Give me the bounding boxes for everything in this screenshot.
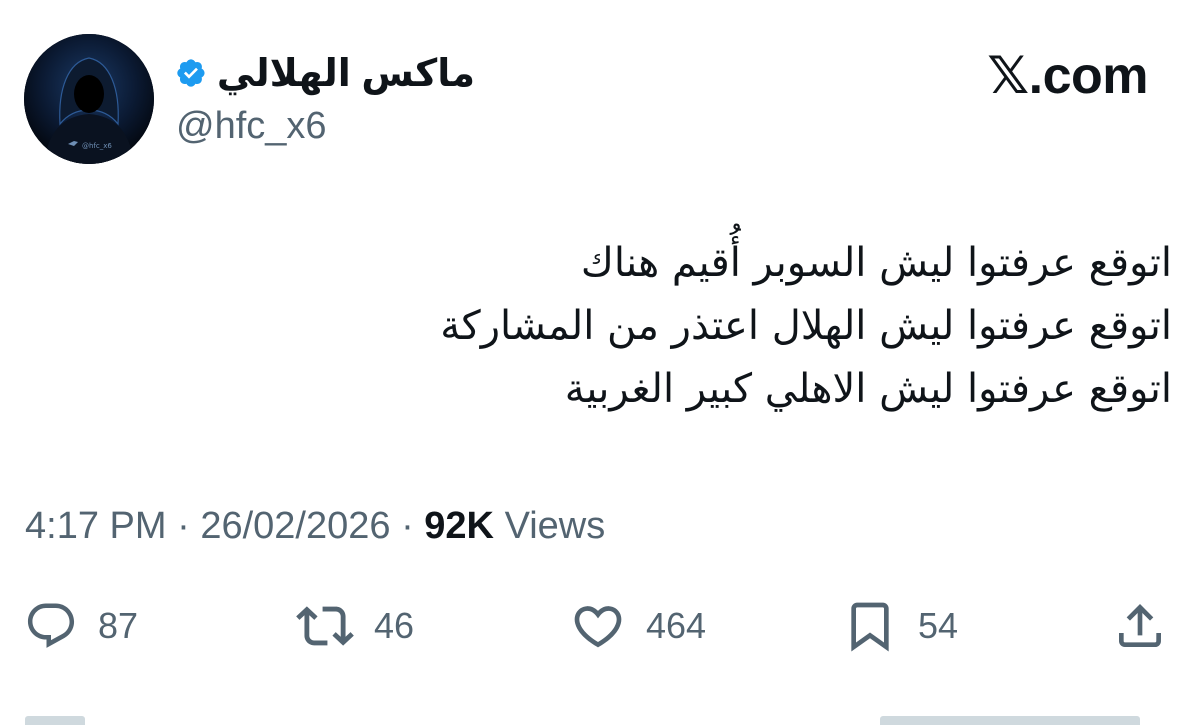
- author-name-row[interactable]: ماكس الهلالي: [175, 50, 475, 96]
- tweet-line: اتوقع عرفتوا ليش السوبر أُقيم هناك: [580, 240, 1172, 286]
- brand-logo: 𝕏.com: [987, 47, 1148, 105]
- repost-icon: [296, 606, 354, 646]
- like-button[interactable]: 464: [570, 598, 706, 654]
- share-button[interactable]: [1112, 598, 1168, 654]
- meta-separator: ·: [177, 505, 190, 547]
- reply-icon: [27, 603, 75, 648]
- views-label: Views: [504, 505, 606, 547]
- tweet-line: اتوقع عرفتوا ليش الهلال اعتذر من المشارك…: [440, 303, 1172, 349]
- tweet-meta: 4:17 PM · 26/02/2026 · 92K Views: [25, 505, 605, 548]
- views-count[interactable]: 92K: [424, 505, 494, 547]
- reply-button[interactable]: 87: [24, 598, 138, 654]
- repost-button[interactable]: 46: [296, 598, 414, 654]
- avatar[interactable]: @hfc_x6: [24, 34, 154, 164]
- bookmark-button[interactable]: 54: [842, 598, 958, 654]
- cropped-text-right: [880, 716, 1140, 725]
- meta-separator: ·: [401, 505, 414, 547]
- repost-count: 46: [374, 605, 415, 646]
- heart-icon: [574, 606, 622, 648]
- tweet-text: اتوقع عرفتوا ليش السوبر أُقيم هناك اتوقع…: [72, 232, 1172, 421]
- cropped-next-row: [0, 712, 1200, 725]
- tweet-time[interactable]: 4:17 PM: [25, 505, 167, 547]
- verified-badge-icon: [177, 59, 205, 87]
- bookmark-count: 54: [918, 605, 959, 646]
- tweet-line: اتوقع عرفتوا ليش الاهلي كبير الغربية: [564, 366, 1172, 412]
- avatar-caption: @hfc_x6: [82, 142, 112, 150]
- like-count: 464: [646, 605, 707, 646]
- cropped-text-left: [25, 716, 85, 725]
- reply-count: 87: [98, 605, 139, 646]
- share-icon: [1119, 604, 1161, 647]
- tweet-date[interactable]: 26/02/2026: [200, 505, 390, 547]
- author-display-name: ماكس الهلالي: [216, 52, 475, 95]
- hooded-figure-avatar-icon: @hfc_x6: [24, 34, 154, 164]
- bookmark-icon: [851, 602, 889, 652]
- tweet-actions: 87 46 464 54: [0, 598, 1200, 654]
- author-handle[interactable]: @hfc_x6: [176, 105, 327, 148]
